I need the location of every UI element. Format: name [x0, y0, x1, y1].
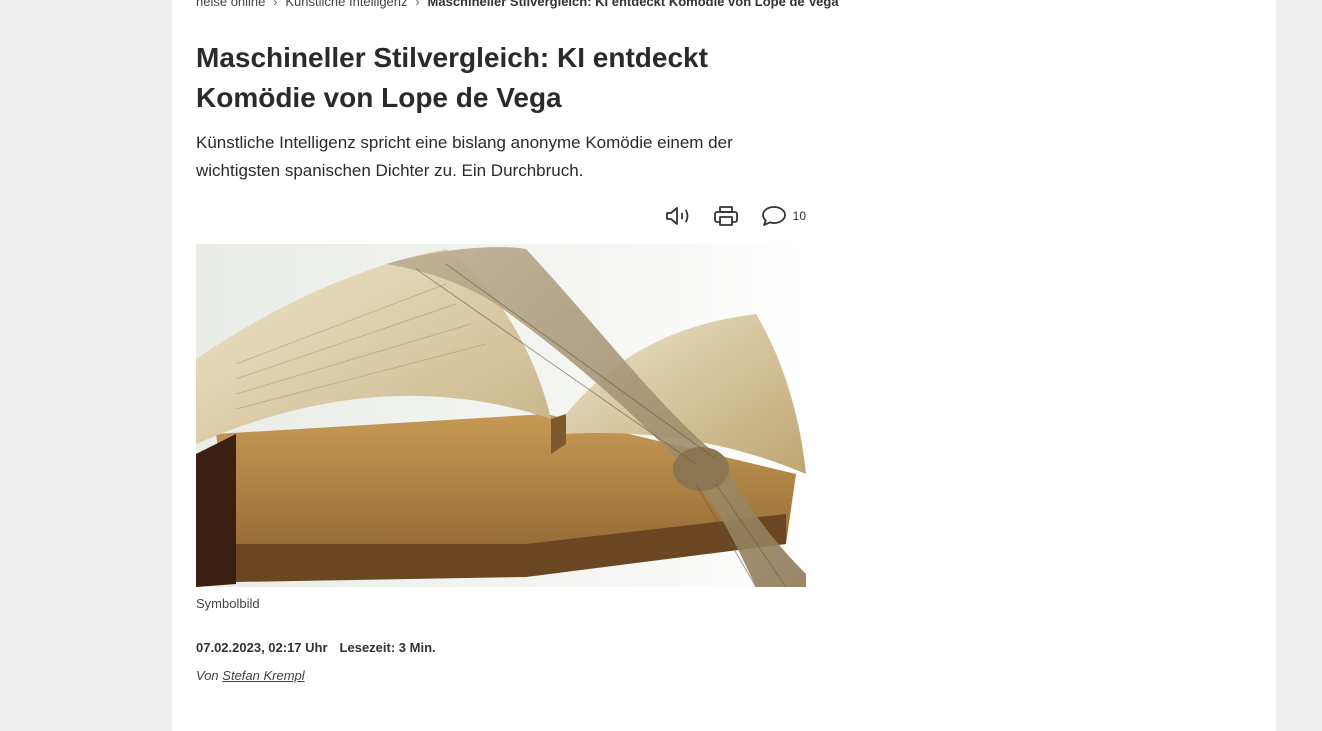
- breadcrumb-home-link[interactable]: heise online: [196, 0, 265, 9]
- breadcrumb-category-link[interactable]: Künstliche Intelligenz: [285, 0, 407, 9]
- image-caption: Symbolbild: [196, 596, 260, 611]
- byline: Von Stefan Krempl: [196, 668, 305, 683]
- article-title: Maschineller Stilvergleich: KI entdeckt …: [196, 42, 708, 113]
- publish-date: 07.02.2023, 02:17 Uhr: [196, 640, 328, 655]
- reading-time: Lesezeit: 3 Min.: [339, 640, 436, 655]
- article-meta: 07.02.2023, 02:17 Uhr Lesezeit: 3 Min.: [196, 640, 436, 655]
- breadcrumb: heise online › Künstliche Intelligenz › …: [196, 0, 839, 9]
- author-link[interactable]: Stefan Krempl: [222, 668, 304, 683]
- read-aloud-button[interactable]: [665, 205, 691, 227]
- chevron-right-icon: ›: [273, 0, 278, 9]
- byline-prefix: Von: [196, 668, 219, 683]
- chevron-right-icon: ›: [415, 0, 420, 9]
- comments-button[interactable]: 10: [761, 205, 806, 227]
- print-button[interactable]: [713, 205, 739, 227]
- article-actions: 10: [662, 202, 806, 230]
- comment-icon: [761, 205, 787, 227]
- print-icon: [713, 205, 739, 227]
- article-page: heise online › Künstliche Intelligenz › …: [172, 0, 1276, 731]
- breadcrumb-current: Maschineller Stilvergleich: KI entdeckt …: [427, 0, 839, 9]
- comment-count: 10: [792, 209, 806, 223]
- article-lead: Künstliche Intelligenz spricht eine bisl…: [196, 133, 733, 180]
- article-hero-image: [196, 244, 806, 587]
- speaker-icon: [665, 205, 691, 227]
